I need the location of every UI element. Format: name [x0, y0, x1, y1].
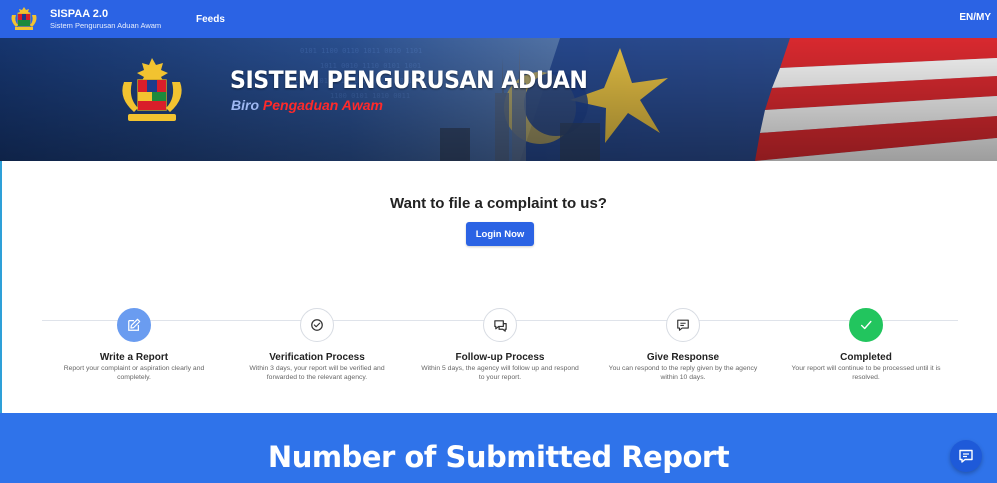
step-description: Within 3 days, your report will be verif… — [249, 365, 385, 381]
step-title: Give Response — [646, 352, 720, 363]
hero-subtitle: Biro Pengaduan Awam — [231, 97, 383, 113]
step-give-response: Give Response You can respond to the rep… — [593, 308, 773, 383]
brand-title: SISPAA 2.0 — [50, 7, 109, 20]
step-description: Your report will continue to be processe… — [791, 365, 941, 381]
edit-icon — [128, 318, 141, 331]
top-navbar: SISPAA 2.0 Sistem Pengurusan Aduan Awam … — [0, 0, 997, 38]
coat-of-arms-icon — [11, 7, 37, 30]
brand-subtitle: Sistem Pengurusan Aduan Awam — [50, 20, 162, 30]
check-icon — [860, 320, 872, 330]
step-description: You can respond to the reply given by th… — [608, 365, 758, 381]
cta-heading: Want to file a complaint to us? — [390, 195, 607, 212]
hero-banner: 0101 1100 0110 1011 0010 1101 1011 0010 … — [0, 38, 997, 161]
stats-title: Number of Submitted Report — [267, 440, 730, 474]
chat-button[interactable] — [950, 440, 982, 472]
step-title: Write a Report — [99, 352, 169, 363]
step-icon-circle — [849, 308, 883, 342]
chat-icon — [959, 449, 973, 463]
step-verification: Verification Process Within 3 days, your… — [227, 308, 407, 383]
step-icon-circle — [300, 308, 334, 342]
chat-bubbles-icon — [493, 319, 507, 332]
hero-title: SISTEM PENGURUSAN ADUAN — [230, 66, 588, 94]
step-icon-circle — [666, 308, 700, 342]
hero-subtitle-word2: Pengaduan Awam — [262, 97, 383, 113]
nav-feeds-link[interactable]: Feeds — [196, 14, 225, 25]
hero-background-image: 0101 1100 0110 1011 0010 1101 1011 0010 … — [0, 38, 997, 161]
step-description: Report your complaint or aspiration clea… — [63, 365, 205, 381]
brand[interactable]: SISPAA 2.0 Sistem Pengurusan Aduan Awam — [8, 5, 196, 33]
message-icon — [677, 319, 689, 331]
step-icon-circle — [483, 308, 517, 342]
step-icon-circle — [117, 308, 151, 342]
language-toggle[interactable]: EN/MY — [959, 12, 991, 23]
step-title: Completed — [840, 352, 892, 363]
step-title: Follow-up Process — [455, 352, 545, 363]
step-write-report: Write a Report Report your complaint or … — [44, 308, 224, 383]
step-completed: Completed Your report will continue to b… — [776, 308, 956, 383]
step-description: Within 5 days, the agency will follow up… — [421, 365, 579, 381]
step-title: Verification Process — [269, 352, 365, 363]
hero-subtitle-word1: Biro — [231, 97, 259, 113]
step-follow-up: Follow-up Process Within 5 days, the age… — [410, 308, 590, 383]
check-circle-icon — [311, 319, 323, 331]
login-button[interactable]: Login Now — [466, 222, 534, 246]
